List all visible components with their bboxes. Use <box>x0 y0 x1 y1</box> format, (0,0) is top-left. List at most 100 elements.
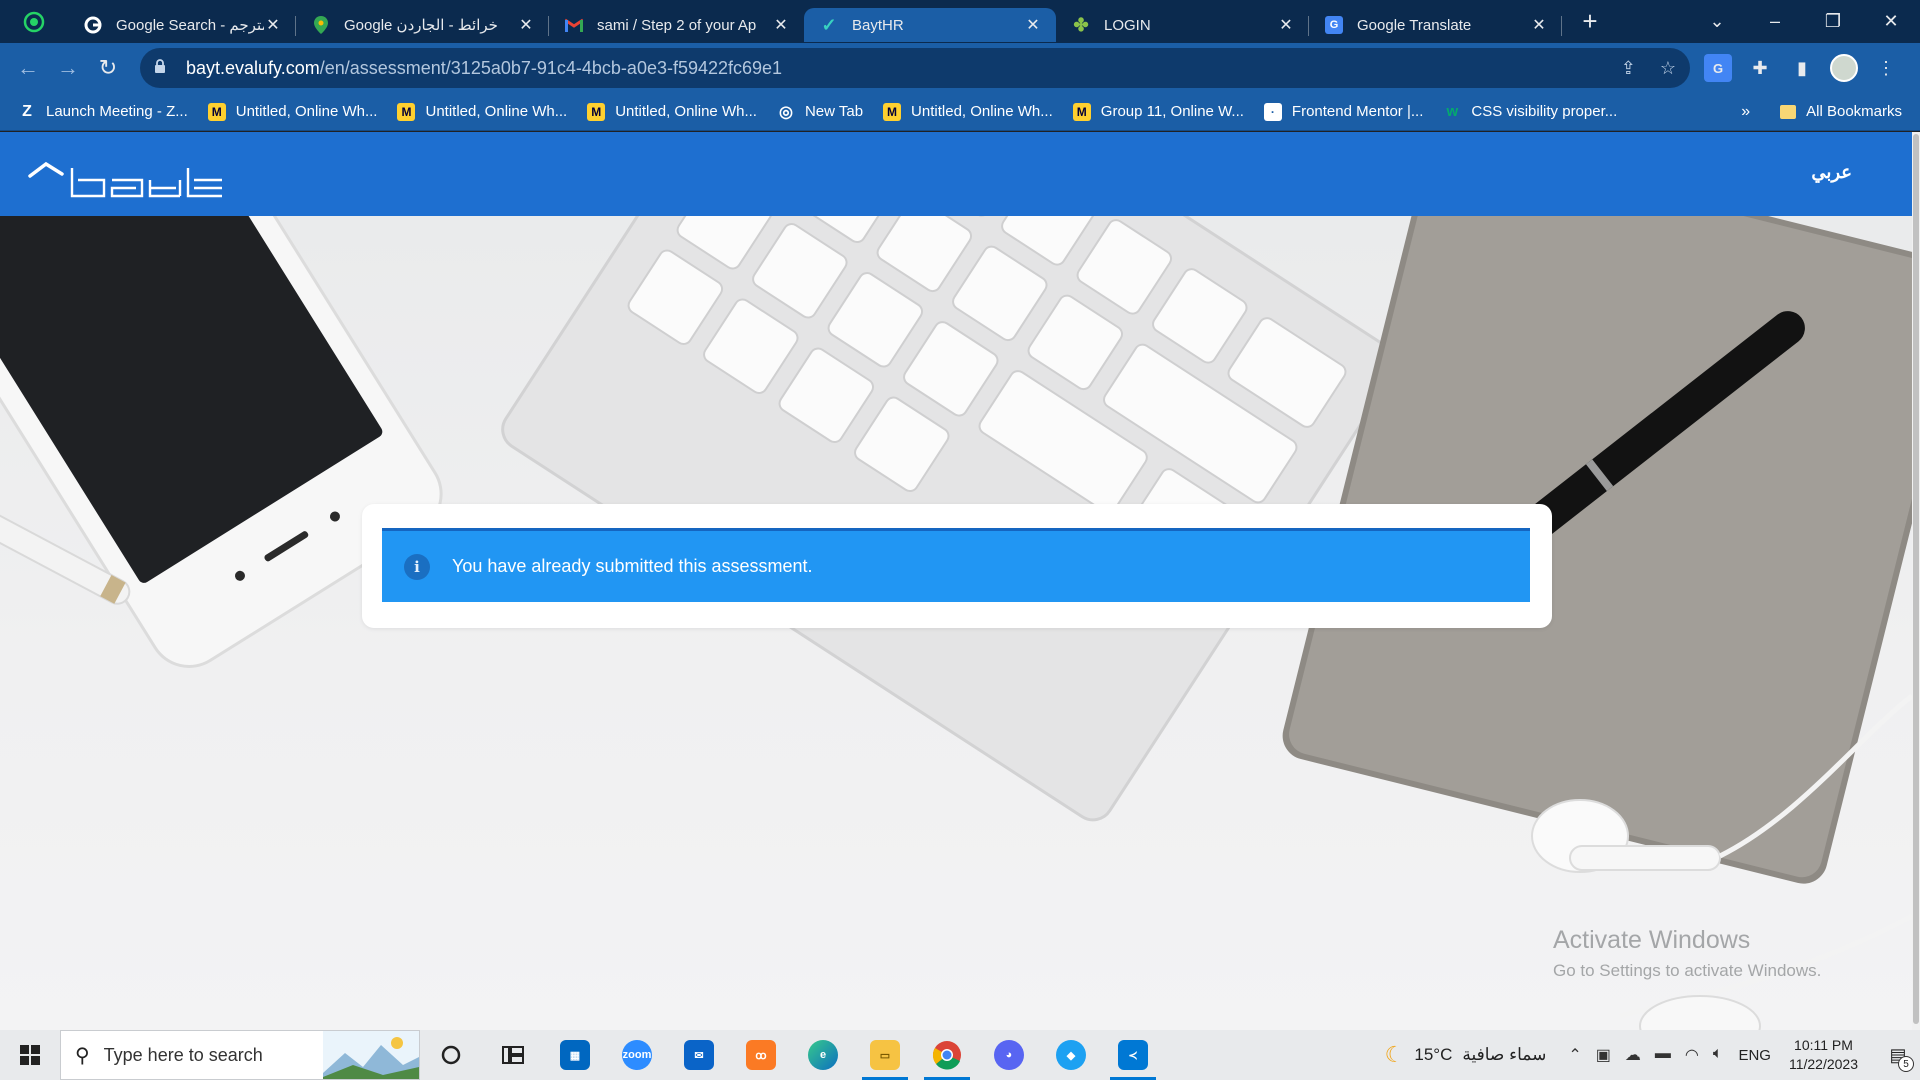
show-hidden-icons-chevron-icon[interactable]: ⌃ <box>1568 1045 1581 1065</box>
bookmark-label: Launch Meeting - Z... <box>46 103 188 120</box>
browser-toolbar: ← → ↻ bayt.evalufy.com/en/assessment/312… <box>0 43 1920 93</box>
tab-login[interactable]: ✤ LOGIN ✕ <box>1056 8 1309 42</box>
frontend-mentor-icon: · <box>1263 102 1282 121</box>
bookmark-item[interactable]: M Untitled, Online Wh... <box>587 102 757 121</box>
wifi-icon[interactable]: ◠ <box>1685 1045 1699 1065</box>
arabic-language-link[interactable]: عربي <box>1811 162 1852 183</box>
extensions-puzzle-icon[interactable]: ✚ <box>1746 54 1774 82</box>
search-placeholder: Type here to search <box>103 1044 263 1065</box>
tab-google-translate[interactable]: G Google Translate ✕ <box>1309 8 1562 42</box>
discord-icon[interactable]: ◕ <box>978 1030 1040 1080</box>
close-tab-icon[interactable]: ✕ <box>264 15 282 35</box>
tab-baythr[interactable]: ✓ BaytHR ✕ <box>804 8 1056 42</box>
windows-taskbar: ⚲ Type here to search ▦ zoom ✉ ꝏ e ▭ ◕ ◆… <box>0 1030 1920 1080</box>
page-scrollbar[interactable] <box>1912 132 1920 1030</box>
address-bar[interactable]: bayt.evalufy.com/en/assessment/3125a0b7-… <box>140 48 1690 88</box>
close-tab-icon[interactable]: ✕ <box>1277 15 1295 35</box>
globe-icon: ◎ <box>778 103 793 121</box>
side-panel-icon[interactable]: ▮ <box>1788 54 1816 82</box>
system-tray: ☾ 15°C سماء صافية ⌃ ▣ ☁ ▬ ◠ 🔈︎ ENG 10:11… <box>1385 1030 1920 1080</box>
browser-tab-strip: Google Search - مترجم ✕ Google خرائط - ا… <box>0 0 1920 43</box>
weather-temp: 15°C <box>1414 1045 1453 1064</box>
bookmark-item[interactable]: M Untitled, Online Wh... <box>397 102 567 121</box>
microsoft-store-icon[interactable]: ▦ <box>544 1030 606 1080</box>
share-icon[interactable]: ⇪ <box>1621 58 1636 79</box>
miro-icon: M <box>587 102 606 121</box>
url-path: /en/assessment/3125a0b7-91c4-4bcb-a0e3-f… <box>319 57 783 78</box>
reload-button[interactable]: ↻ <box>88 48 128 88</box>
device-icon[interactable]: ▣ <box>1596 1045 1611 1065</box>
mail-icon[interactable]: ✉ <box>668 1030 730 1080</box>
menu-kebab-icon[interactable]: ⋮ <box>1872 54 1900 82</box>
bookmark-item[interactable]: M Untitled, Online Wh... <box>207 102 377 121</box>
taskbar-search-box[interactable]: ⚲ Type here to search <box>60 1030 420 1080</box>
bookmark-item[interactable]: w CSS visibility proper... <box>1443 103 1618 121</box>
zoom-icon[interactable]: zoom <box>606 1030 668 1080</box>
edge-icon[interactable]: e <box>792 1030 854 1080</box>
battery-icon[interactable]: ▬ <box>1655 1045 1671 1065</box>
bookmark-item[interactable]: M Untitled, Online Wh... <box>883 102 1053 121</box>
message-card: i You have already submitted this assess… <box>362 504 1552 628</box>
close-window-button[interactable]: ✕ <box>1862 0 1920 43</box>
all-bookmarks-button[interactable]: All Bookmarks <box>1806 103 1902 120</box>
weather-desc: سماء صافية <box>1462 1045 1547 1064</box>
volume-icon[interactable]: 🔈︎ <box>1713 1045 1723 1065</box>
forward-button[interactable]: → <box>48 48 88 88</box>
bookmarks-bar: Z Launch Meeting - Z... M Untitled, Online… <box>0 93 1920 131</box>
tab-title: Google Search - مترجم <box>116 17 264 34</box>
google-g-icon <box>84 16 102 34</box>
bookmark-label: Group 11, Online W... <box>1100 103 1244 120</box>
weather-widget[interactable]: ☾ 15°C سماء صافية <box>1385 1042 1547 1068</box>
back-button[interactable]: ← <box>8 48 48 88</box>
vscode-icon[interactable]: ≺ <box>1102 1030 1164 1080</box>
close-tab-icon[interactable]: ✕ <box>517 15 535 35</box>
bookmark-item[interactable]: · Frontend Mentor |... <box>1263 102 1424 121</box>
bookmarks-overflow-button[interactable]: » <box>1741 103 1750 121</box>
google-translate-extension-icon[interactable]: G <box>1704 54 1732 82</box>
info-alert: i You have already submitted this assess… <box>382 528 1530 602</box>
close-tab-icon[interactable]: ✕ <box>1530 15 1548 35</box>
clock-date: 11/22/2023 <box>1788 1056 1858 1072</box>
bookmark-item[interactable]: Z Launch Meeting - Z... <box>18 103 188 121</box>
bookmark-star-icon[interactable]: ☆ <box>1660 58 1676 79</box>
tab-search-chevron-icon[interactable]: ⌄ <box>1688 0 1746 43</box>
tab-title: Google Translate <box>1357 16 1472 34</box>
cortana-circle-icon[interactable] <box>420 1030 482 1080</box>
lock-icon <box>154 59 174 77</box>
tab-title: BaytHR <box>852 16 904 34</box>
bookmark-label: Frontend Mentor |... <box>1291 103 1424 120</box>
close-tab-icon[interactable]: ✕ <box>1024 15 1042 35</box>
input-language[interactable]: ENG <box>1738 1047 1771 1064</box>
bookmark-item[interactable]: M Group 11, Online W... <box>1072 102 1244 121</box>
minimize-button[interactable]: – <box>1746 0 1804 43</box>
network-cloud-icon[interactable]: ☁ <box>1625 1045 1641 1065</box>
search-highlight-scene-icon <box>323 1031 419 1079</box>
taskbar-clock[interactable]: 10:11 PM 11/22/2023 <box>1789 1036 1858 1074</box>
bayt-logo[interactable] <box>28 156 226 207</box>
task-view-icon[interactable] <box>482 1030 544 1080</box>
google-translate-icon: G <box>1325 16 1343 34</box>
miro-icon: M <box>1072 102 1091 121</box>
info-icon: i <box>404 553 430 580</box>
chrome-icon[interactable] <box>916 1030 978 1080</box>
miro-icon: M <box>207 102 226 121</box>
profile-avatar[interactable] <box>1830 54 1858 82</box>
notifications-button[interactable]: ▤ 5 <box>1876 1030 1920 1080</box>
file-explorer-icon[interactable]: ▭ <box>854 1030 916 1080</box>
bookmark-label: CSS visibility proper... <box>1471 103 1618 120</box>
taskbar-apps: ▦ zoom ✉ ꝏ e ▭ ◕ ◆ ≺ <box>420 1030 1164 1080</box>
pinned-tab-whatsapp[interactable] <box>0 0 68 43</box>
watermark-title: Activate Windows <box>1553 926 1751 954</box>
tab-google-search[interactable]: Google Search - مترجم ✕ <box>68 8 296 42</box>
close-tab-icon[interactable]: ✕ <box>772 15 790 35</box>
folder-icon <box>1780 104 1797 119</box>
xampp-icon[interactable]: ꝏ <box>730 1030 792 1080</box>
tab-gmail[interactable]: sami / Step 2 of your Ap ✕ <box>549 8 804 42</box>
start-button[interactable] <box>0 1030 60 1080</box>
restore-button[interactable]: ❐ <box>1804 0 1862 43</box>
tab-google-maps[interactable]: Google خرائط - الجاردن ✕ <box>296 8 549 42</box>
blue-app-icon[interactable]: ◆ <box>1040 1030 1102 1080</box>
bookmark-item[interactable]: ◎ New Tab <box>777 103 863 121</box>
new-tab-button[interactable]: + <box>1570 6 1610 37</box>
search-icon: ⚲ <box>75 1044 90 1067</box>
